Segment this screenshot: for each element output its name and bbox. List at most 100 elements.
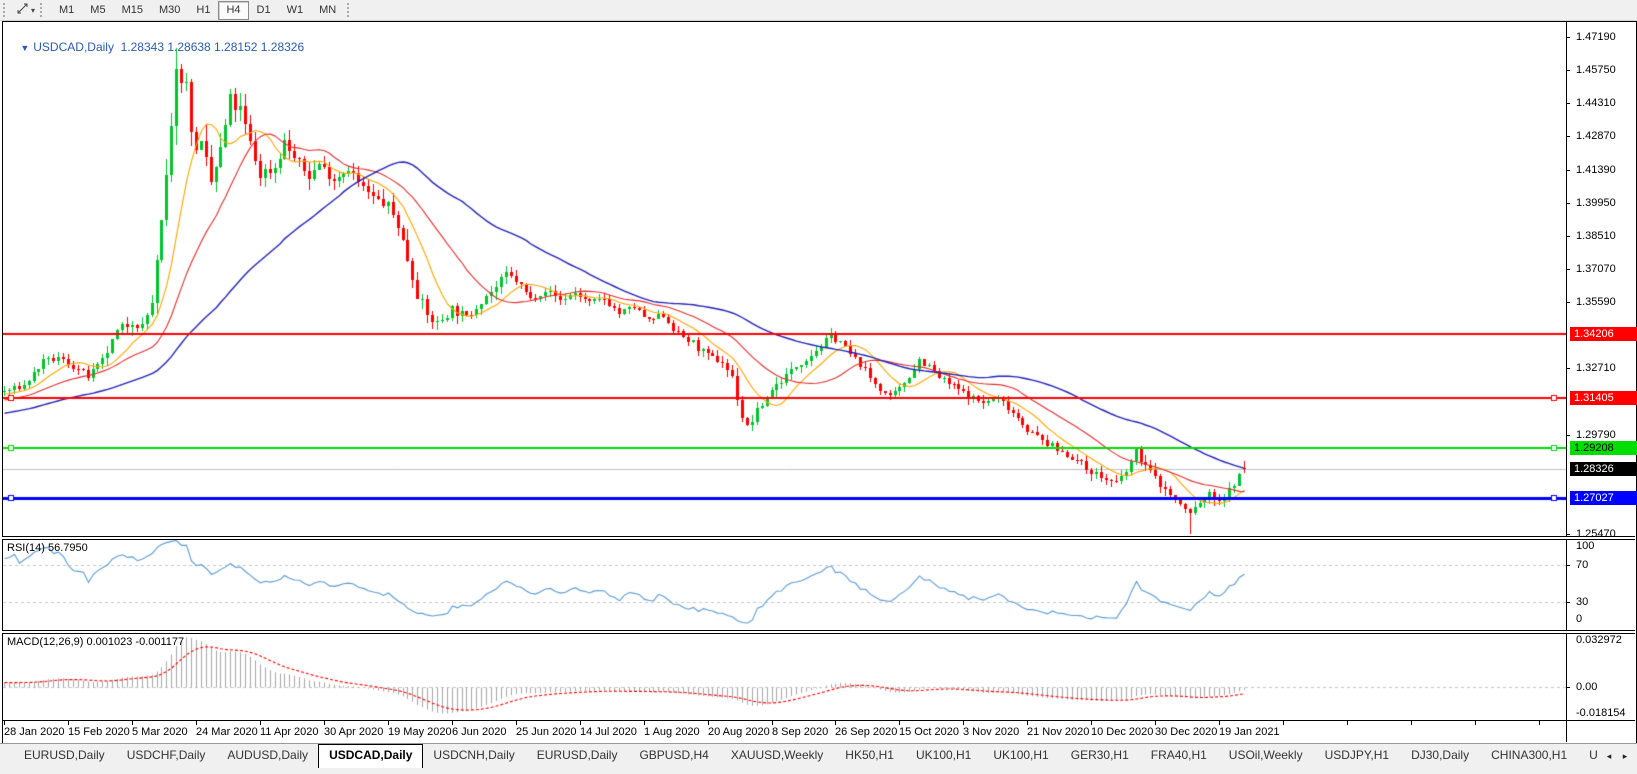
tab-usdchf-daily[interactable]: USDCHF,Daily [117,744,216,768]
timeframe-button-h1[interactable]: H1 [188,1,218,20]
time-tick [772,721,773,725]
price-tick-label: 1.44310 [1576,97,1616,109]
tab-ger30-h1[interactable]: GER30,H1 [1061,744,1139,768]
mt4-window: ▾ M1 M5 M15 M30 H1 H4 D1 W1 MN ▼ USDCAD,Daily 1.2… [0,0,1637,774]
macd-indicator-label: MACD(12,26,9) 0.001023 -0.001177 [7,636,185,648]
price-tick-label: 1.29790 [1576,429,1616,441]
panel-splitter-rsi[interactable] [2,536,1635,540]
macd-scale-label: -0.018154 [1576,707,1626,719]
date-label: 19 May 2020 [388,726,452,738]
timeframe-button-d1[interactable]: D1 [249,1,279,20]
macd-indicator-canvas[interactable] [3,633,1566,720]
time-tick [1027,721,1028,725]
timeframe-toolbar: ▾ M1 M5 M15 M30 H1 H4 D1 W1 MN [0,0,1637,21]
date-label: 26 Sep 2020 [835,726,898,738]
tab-usdcnh-daily[interactable]: USDCNH,Daily [423,744,524,768]
tab-uk100-h1[interactable]: UK100,H1 [906,744,981,768]
hline-price-label: 1.31405 [1570,391,1637,405]
tab-eurusd-daily[interactable]: EURUSD,Daily [527,744,628,768]
panel-splitter-macd[interactable] [2,630,1635,634]
collapse-triangle-icon[interactable]: ▼ [20,43,29,53]
price-tick-label: 1.32710 [1576,362,1616,374]
time-tick [260,721,261,725]
time-tick [644,721,645,725]
tab-eurusd-daily[interactable]: EURUSD,Daily [14,744,115,768]
date-label: 1 Aug 2020 [644,726,700,738]
date-label: 30 Apr 2020 [324,726,384,738]
tab-gbpusd-h4[interactable]: GBPUSD,H4 [629,744,718,768]
price-tick-label: 1.47190 [1576,31,1616,43]
tab-xauusd-weekly[interactable]: XAUUSD,Weekly [721,744,833,768]
toolbar-grip[interactable] [347,3,354,17]
hline-price-label: 1.27027 [1570,491,1637,505]
price-tick [1566,170,1570,171]
date-label: 6 Jun 2020 [452,726,507,738]
main-chart-canvas[interactable] [3,23,1566,536]
toolbar-grip[interactable] [40,3,47,17]
tab-scroll-right-button[interactable]: ▸ [1617,747,1633,765]
date-label: 8 Sep 2020 [772,726,829,738]
tab-audusd-daily[interactable]: AUDUSD,Daily [217,744,318,768]
rsi-indicator-canvas[interactable] [3,540,1566,630]
time-tick [1475,721,1476,725]
date-label: 25 Jun 2020 [516,726,577,738]
tab-usdcad-daily[interactable]: USDCAD,Daily [318,744,424,768]
rsi-scale-label: 0 [1576,613,1583,625]
time-tick [580,721,581,725]
macd-scale-label: 0.00 [1576,681,1598,693]
date-label: 10 Dec 2020 [1091,726,1154,738]
tab-hk50-h1[interactable]: HK50,H1 [835,744,904,768]
date-label: 3 Nov 2020 [963,726,1020,738]
macd-scale-label: 0.032972 [1576,634,1622,646]
rsi-scale-label: 70 [1576,559,1589,571]
date-label: 30 Dec 2020 [1155,726,1218,738]
rsi-scale-label: 30 [1576,596,1589,608]
date-label: 14 Jul 2020 [580,726,637,738]
date-label: 19 Jan 2021 [1219,726,1280,738]
rsi-level-tick [1566,602,1570,603]
time-tick [1091,721,1092,725]
price-tick-label: 1.37070 [1576,263,1616,275]
tab-china300-h1[interactable]: CHINA300,H1 [1481,744,1577,768]
time-tick [708,721,709,725]
timeframe-button-mn[interactable]: MN [311,1,344,20]
timeframe-button-m5[interactable]: M5 [82,1,113,20]
time-tick [452,721,453,725]
price-tick [1566,435,1570,436]
chart-ohlc-values: 1.28343 1.28638 1.28152 1.28326 [120,40,305,54]
time-tick [1347,721,1348,725]
price-tick [1566,203,1570,204]
time-tick [1283,721,1284,725]
chart-tab-bar: EURUSD,Daily USDCHF,Daily AUDUSD,Daily USDC… [0,743,1637,774]
timeframe-button-m15[interactable]: M15 [114,1,151,20]
timeframe-button-w1[interactable]: W1 [279,1,312,20]
time-tick [68,721,69,725]
trendline-tool-button[interactable]: ▾ [14,2,37,18]
tab-u[interactable]: U [1579,744,1601,768]
timeframe-button-h4[interactable]: H4 [218,0,249,20]
price-tick [1566,236,1570,237]
tab-dj30-daily[interactable]: DJ30,Daily [1401,744,1479,768]
timeframe-button-m1[interactable]: M1 [51,1,82,20]
tab-scroll-left-button[interactable]: ◂ [1601,747,1617,765]
toolbar-grip[interactable] [3,3,10,17]
date-label: 21 Nov 2020 [1027,726,1090,738]
tab-fra40-h1[interactable]: FRA40,H1 [1141,744,1217,768]
current-price-label: 1.28326 [1570,462,1637,476]
chevron-down-icon[interactable]: ▾ [31,6,35,15]
tab-usoil-weekly[interactable]: USOil,Weekly [1219,744,1313,768]
tab-usdjpy-h1[interactable]: USDJPY,H1 [1315,744,1399,768]
hline-price-label: 1.34206 [1570,327,1637,341]
price-tick-label: 1.39950 [1576,197,1616,209]
time-tick [1411,721,1412,725]
trendline-tool-icon [16,2,29,18]
time-tick [324,721,325,725]
date-label: 11 Apr 2020 [260,726,319,738]
time-tick [1539,721,1540,725]
time-tick [516,721,517,725]
timeframe-button-m30[interactable]: M30 [151,1,188,20]
date-label: 15 Oct 2020 [899,726,959,738]
rsi-level-tick [1566,565,1570,566]
time-tick [4,721,5,725]
tab-uk100-h1[interactable]: UK100,H1 [983,744,1058,768]
